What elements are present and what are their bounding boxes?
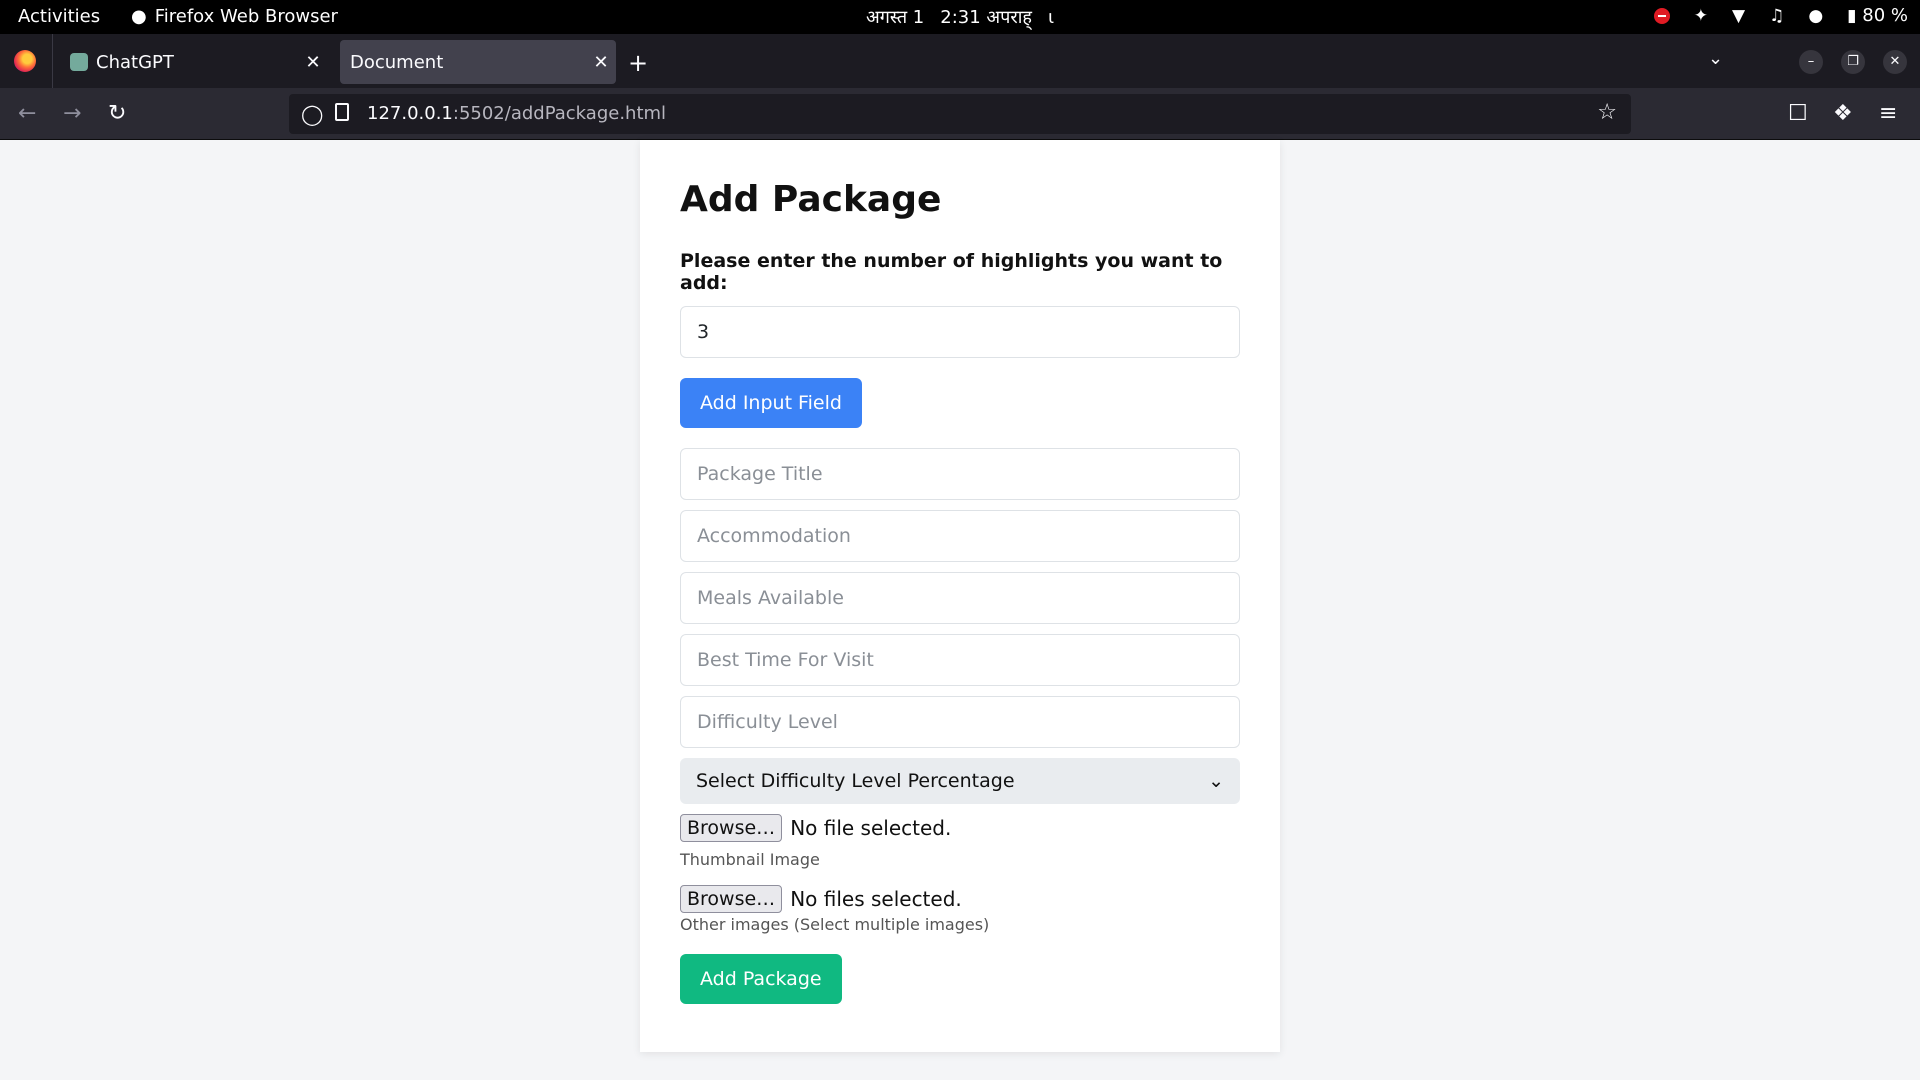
list-all-tabs-chevron-icon[interactable]: ⌄ — [1708, 48, 1723, 69]
url-path: :5502/addPackage.html — [452, 103, 667, 124]
page-info-icon[interactable] — [335, 103, 349, 121]
back-arrow-icon[interactable]: ← — [18, 101, 36, 126]
thumbnail-hint: Thumbnail Image — [680, 849, 820, 869]
reload-icon[interactable]: ↻ — [108, 101, 126, 126]
difficulty-level-input[interactable] — [680, 695, 1240, 748]
time-label: 2:31 अपराह् — [940, 7, 1032, 28]
volume-icon: ♫ — [1769, 5, 1785, 26]
clock[interactable]: अगस्त 1 2:31 अपराह् ⍳ — [0, 5, 1920, 29]
new-tab-button[interactable]: + — [628, 49, 648, 77]
page-title: Add Package — [680, 179, 942, 220]
url-bar[interactable]: ◯ 127.0.0.1:5502/addPackage.html ☆ — [289, 94, 1631, 134]
date-label: अगस्त 1 — [865, 7, 925, 28]
add-package-card: Add Package Please enter the number of h… — [640, 140, 1280, 1052]
accommodation-input[interactable] — [680, 509, 1240, 562]
tab-label: ChatGPT — [96, 51, 174, 73]
accessibility-icon[interactable]: ✦ — [1694, 6, 1708, 26]
highlights-label: Please enter the number of highlights yo… — [680, 249, 1223, 294]
tracking-protection-shield-icon[interactable]: ◯ — [301, 102, 323, 126]
navigation-toolbar: ← → ↻ ◯ 127.0.0.1:5502/addPackage.html ☆… — [0, 88, 1920, 140]
system-tray[interactable]: ✦ ▼ ♫ ● ▮ 80 % — [1653, 5, 1908, 26]
bookmark-star-icon[interactable]: ☆ — [1597, 100, 1617, 125]
chatgpt-favicon-icon — [70, 53, 88, 71]
select-value: Select Difficulty Level Percentage — [696, 769, 1015, 792]
forward-arrow-icon[interactable]: → — [63, 101, 81, 126]
difficulty-percentage-select[interactable]: Select Difficulty Level Percentage ⌄ — [680, 757, 1240, 804]
tab-chatgpt[interactable]: ChatGPT ✕ — [58, 40, 328, 84]
extensions-puzzle-icon[interactable]: ❖ — [1833, 101, 1853, 126]
best-time-input[interactable] — [680, 633, 1240, 686]
hamburger-menu-icon[interactable]: ≡ — [1879, 101, 1897, 126]
alarm-icon: ⍳ — [1047, 6, 1055, 28]
thumbnail-file-input[interactable]: Browse… No file selected. — [680, 813, 1240, 842]
url-host: 127.0.0.1 — [367, 103, 453, 124]
battery-icon: ▮ — [1847, 6, 1857, 26]
wifi-icon: ▼ — [1732, 5, 1746, 26]
minimize-window-button[interactable]: – — [1799, 50, 1823, 74]
add-input-field-button[interactable]: Add Input Field — [680, 377, 862, 428]
thumbnail-browse-button[interactable]: Browse… — [680, 813, 783, 842]
pocket-icon[interactable]: ☐ — [1788, 101, 1808, 126]
battery-percentage: 80 % — [1862, 5, 1908, 26]
highlights-count-input[interactable] — [680, 305, 1240, 358]
url-text[interactable]: 127.0.0.1:5502/addPackage.html — [367, 103, 666, 124]
tab-label: Document — [350, 51, 444, 73]
tab-separator — [52, 34, 53, 88]
other-images-browse-button[interactable]: Browse… — [680, 884, 783, 913]
thumbnail-file-status: No file selected. — [790, 815, 952, 840]
close-window-button[interactable]: ✕ — [1883, 50, 1907, 74]
close-tab-icon[interactable]: ✕ — [298, 52, 328, 73]
tab-document[interactable]: Document ✕ — [340, 40, 616, 84]
system-top-bar: Activities ● Firefox Web Browser अगस्त 1… — [0, 0, 1920, 34]
close-tab-icon[interactable]: ✕ — [586, 52, 616, 73]
other-images-file-input[interactable]: Browse… No files selected. — [680, 884, 1240, 913]
package-title-input[interactable] — [680, 447, 1240, 500]
restore-window-button[interactable]: ❐ — [1841, 50, 1865, 74]
do-not-disturb-icon — [1653, 7, 1670, 24]
microphone-icon: ● — [1808, 5, 1824, 26]
tab-strip: ChatGPT ✕ Document ✕ + ⌄ – ❐ ✕ — [0, 34, 1920, 88]
other-images-file-status: No files selected. — [790, 886, 962, 911]
chevron-down-icon: ⌄ — [1208, 769, 1224, 792]
firefox-logo-icon[interactable] — [14, 50, 36, 72]
page-viewport: Add Package Please enter the number of h… — [0, 140, 1920, 1080]
other-images-hint: Other images (Select multiple images) — [680, 914, 990, 934]
meals-available-input[interactable] — [680, 571, 1240, 624]
add-package-submit-button[interactable]: Add Package — [680, 953, 842, 1004]
battery-indicator: ▮ 80 % — [1847, 5, 1908, 26]
